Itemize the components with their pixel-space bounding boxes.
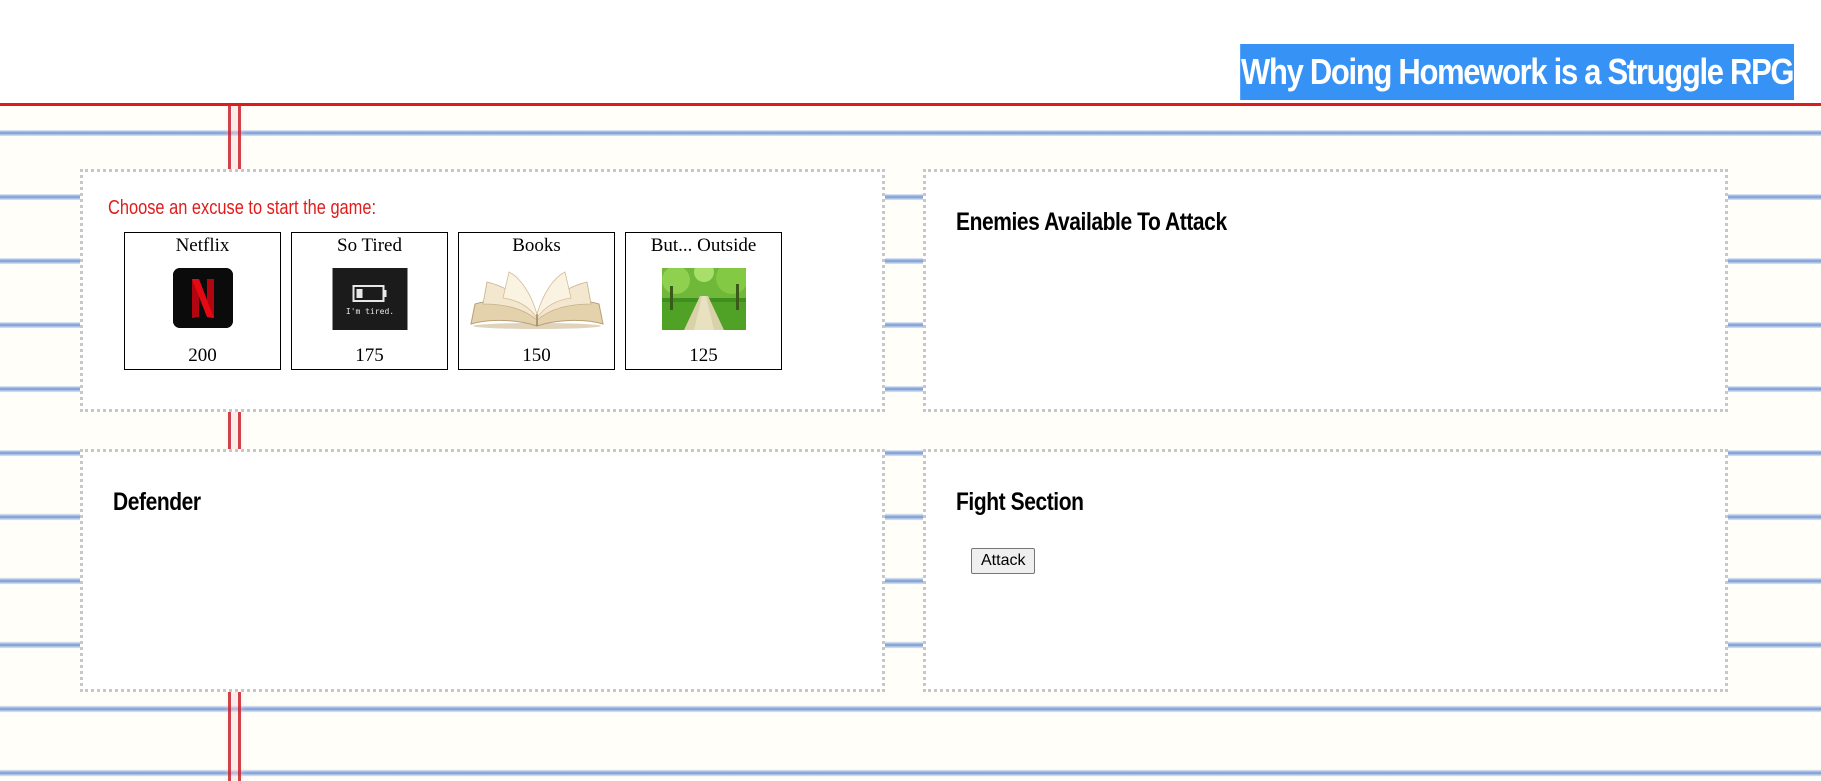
- character-card-so-tired[interactable]: So Tired I'm tired. 175: [291, 232, 448, 370]
- fight-panel: Fight Section Attack: [923, 449, 1728, 692]
- header-red-rule: [0, 103, 1821, 106]
- character-card-books[interactable]: Books 150: [458, 232, 615, 370]
- character-list: Netflix 200 So Tired I'm tired. 175 Book…: [124, 232, 782, 370]
- outdoor-path-icon: [661, 262, 748, 335]
- defender-panel: Defender: [80, 449, 885, 692]
- character-card-but-outside[interactable]: But... Outside 125: [625, 232, 782, 370]
- character-card-netflix[interactable]: Netflix 200: [124, 232, 281, 370]
- character-hp: 175: [355, 345, 384, 366]
- tired-battery-icon: I'm tired.: [332, 268, 407, 335]
- netflix-logo-icon: [172, 268, 233, 333]
- character-hp: 125: [689, 345, 718, 366]
- character-hp: 150: [522, 345, 551, 366]
- defender-heading: Defender: [113, 488, 201, 516]
- character-name: Books: [512, 235, 561, 256]
- attack-button[interactable]: Attack: [971, 548, 1036, 574]
- character-hp: 200: [188, 345, 217, 366]
- character-name: Netflix: [175, 235, 230, 256]
- page-title: Why Doing Homework is a Struggle RPG: [1240, 44, 1794, 100]
- character-name: So Tired: [337, 235, 402, 256]
- enemies-panel: Enemies Available To Attack: [923, 169, 1728, 412]
- select-prompt: Choose an excuse to start the game:: [108, 197, 377, 219]
- svg-text:I'm tired.: I'm tired.: [345, 307, 393, 316]
- character-select-panel: Choose an excuse to start the game: Netf…: [80, 169, 885, 412]
- enemies-heading: Enemies Available To Attack: [956, 208, 1227, 236]
- open-book-icon: [469, 268, 605, 335]
- character-name: But... Outside: [650, 235, 757, 256]
- fight-heading: Fight Section: [956, 488, 1084, 516]
